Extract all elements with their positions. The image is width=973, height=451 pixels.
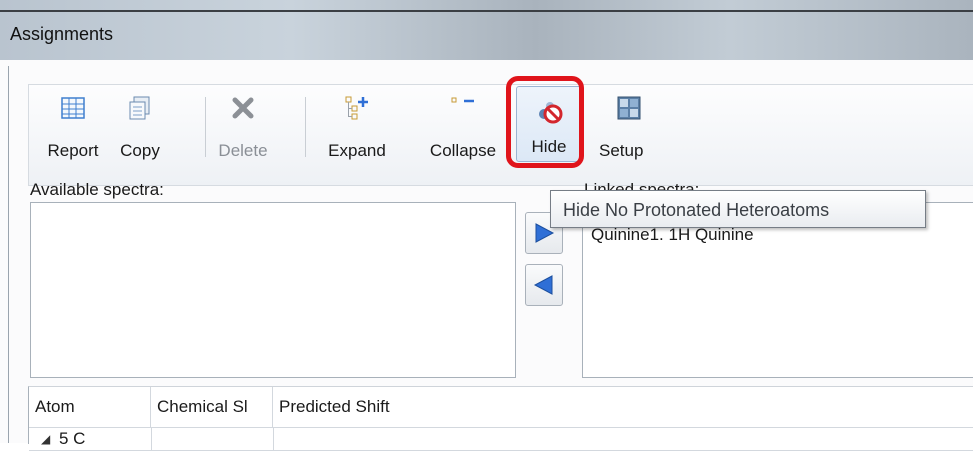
collapse-button-label: Collapse: [429, 141, 497, 160]
atom-cell: 5 C: [59, 429, 86, 448]
table-row[interactable]: ◢ 5 C: [29, 428, 973, 451]
assignments-table: Atom Chemical Sl Predicted Shift ◢ 5 C: [28, 386, 973, 451]
expand-tree-icon: [345, 96, 368, 120]
toolbar-separator: [205, 97, 206, 157]
delete-x-icon: [232, 97, 254, 119]
delete-button-label: Delete: [218, 141, 268, 160]
highlight-callout: [506, 76, 584, 168]
copy-button-label: Copy: [120, 141, 160, 160]
column-divider: [273, 428, 274, 450]
toolbar: Report Copy Delete Expand Collapse Setup: [28, 84, 973, 186]
column-header-atom[interactable]: Atom: [29, 387, 151, 427]
title-bar-top-edge: [0, 10, 973, 12]
expand-button-label: Expand: [328, 141, 386, 160]
window-frame: [8, 66, 9, 443]
arrow-left-icon: [533, 275, 553, 295]
title-bar: Assignments: [0, 0, 973, 61]
collapse-tree-icon: [451, 97, 474, 103]
report-button[interactable]: Report: [37, 91, 109, 163]
report-button-label: Report: [47, 141, 99, 160]
setup-button[interactable]: Setup: [593, 91, 665, 163]
hide-tooltip: Hide No Protonated Heteroatoms: [550, 190, 926, 228]
collapse-button[interactable]: Collapse: [421, 91, 505, 163]
column-divider: [151, 428, 152, 450]
table-header: Atom Chemical Sl Predicted Shift: [29, 387, 973, 428]
setup-button-label: Setup: [599, 141, 644, 160]
available-spectra-list[interactable]: [30, 202, 516, 378]
expand-triangle-icon[interactable]: ◢: [41, 428, 50, 450]
toolbar-separator: [305, 97, 306, 157]
copy-icon: [129, 96, 150, 120]
available-spectra-label: Available spectra:: [30, 180, 164, 199]
copy-button[interactable]: Copy: [109, 91, 171, 163]
window-title: Assignments: [10, 24, 114, 44]
table-grid-icon: [61, 97, 85, 119]
expand-button[interactable]: Expand: [319, 91, 395, 163]
column-header-chemical-shift[interactable]: Chemical Sl: [151, 387, 273, 427]
delete-button[interactable]: Delete: [209, 91, 277, 163]
unlink-spectrum-button[interactable]: [525, 264, 563, 306]
column-header-predicted-shift[interactable]: Predicted Shift: [273, 387, 573, 427]
setup-icon: [617, 96, 641, 120]
